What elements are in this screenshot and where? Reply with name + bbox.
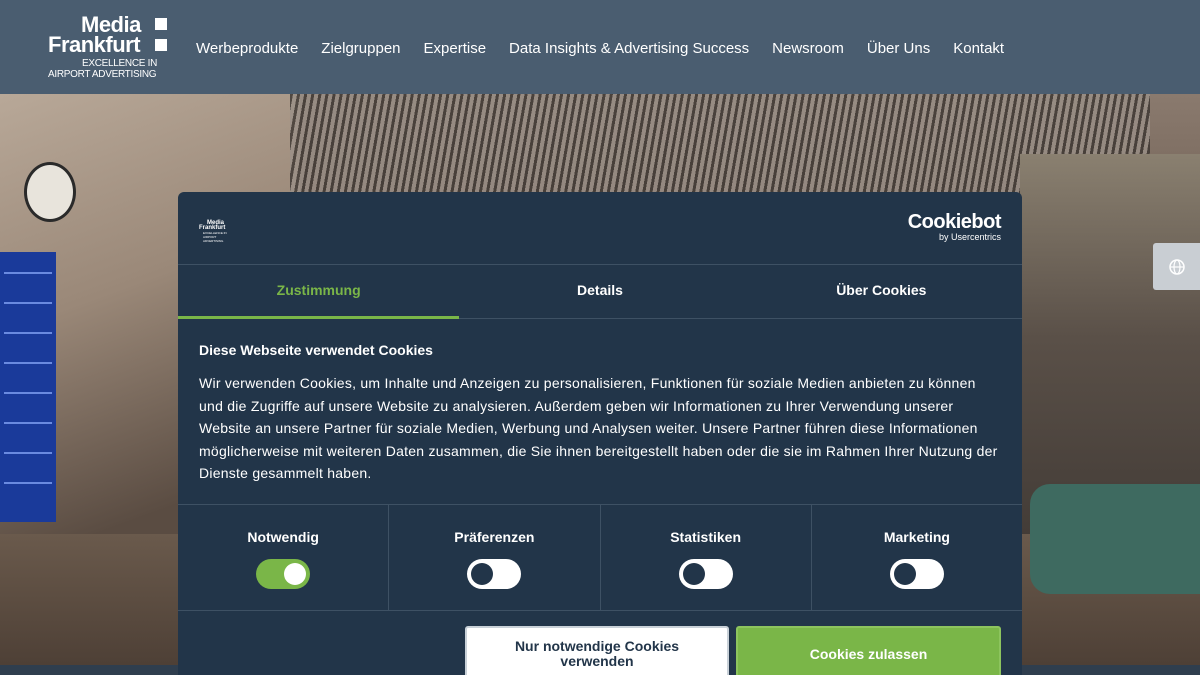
nav-data-insights[interactable]: Data Insights & Advertising Success	[509, 40, 749, 57]
dialog-logo-tagline: EXCELLENCE IN AIRPORT ADVERTISING	[203, 231, 227, 243]
cookie-consent-dialog: Media Frankfurt EXCELLENCE IN AIRPORT AD…	[178, 192, 1022, 675]
nav-expertise[interactable]: Expertise	[424, 40, 487, 57]
tab-ueber-cookies[interactable]: Über Cookies	[741, 265, 1022, 318]
consent-categories: Notwendig Präferenzen Statistiken Market…	[178, 504, 1022, 611]
dialog-header: Media Frankfurt EXCELLENCE IN AIRPORT AD…	[178, 192, 1022, 265]
category-notwendig: Notwendig	[178, 505, 390, 610]
notwendig-toggle[interactable]	[256, 559, 311, 589]
tab-zustimmung[interactable]: Zustimmung	[178, 265, 460, 319]
toggle-knob	[284, 563, 307, 585]
nav-werbeprodukte[interactable]: Werbeprodukte	[196, 40, 298, 57]
dialog-logo: Media Frankfurt EXCELLENCE IN AIRPORT AD…	[199, 220, 231, 243]
nav-kontakt[interactable]: Kontakt	[953, 40, 1004, 57]
praeferenzen-toggle[interactable]	[467, 559, 522, 589]
logo-tagline-1: EXCELLENCE IN	[82, 58, 158, 69]
logo-tagline-2: AIRPORT ADVERTISING	[48, 69, 157, 80]
toggle-knob	[682, 563, 705, 585]
cookiebot-name: Cookiebot	[907, 211, 1002, 233]
departure-board	[0, 252, 56, 522]
site-header: Media Frankfurt EXCELLENCE IN AIRPORT AD…	[0, 0, 1200, 94]
category-praeferenzen: Präferenzen	[389, 505, 601, 610]
necessary-cookies-button[interactable]: Nur notwendige Cookies verwenden	[465, 626, 729, 675]
category-label: Marketing	[883, 529, 950, 545]
statistiken-toggle[interactable]	[678, 559, 733, 589]
category-statistiken: Statistiken	[601, 505, 812, 610]
logo-line-2: Frankfurt	[48, 32, 141, 57]
category-label: Statistiken	[670, 529, 742, 545]
dialog-body: Diese Webseite verwendet Cookies Wir ver…	[199, 342, 999, 485]
hero-seating	[1030, 484, 1200, 594]
nav-ueber-uns[interactable]: Über Uns	[867, 40, 930, 57]
dialog-heading: Diese Webseite verwendet Cookies	[199, 342, 433, 358]
tab-details[interactable]: Details	[459, 265, 740, 318]
category-marketing: Marketing	[812, 505, 1022, 610]
category-label: Notwendig	[247, 529, 319, 545]
dialog-tabs: Zustimmung Details Über Cookies	[178, 265, 1022, 319]
toggle-knob	[471, 563, 494, 585]
language-button[interactable]	[1153, 243, 1200, 290]
globe-icon	[1168, 258, 1185, 275]
main-nav: Werbeprodukte Zielgruppen Expertise Data…	[196, 40, 1027, 57]
media-frankfurt-logo[interactable]: Media Frankfurt EXCELLENCE IN AIRPORT AD…	[48, 12, 170, 82]
toggle-knob	[893, 563, 916, 585]
nav-newsroom[interactable]: Newsroom	[772, 40, 844, 57]
cookiebot-sub: by Usercentrics	[938, 232, 1001, 242]
nav-zielgruppen[interactable]: Zielgruppen	[321, 40, 400, 57]
logo-square-1	[155, 18, 167, 30]
category-label: Präferenzen	[454, 529, 535, 545]
cookiebot-logo[interactable]: Cookiebot by Usercentrics	[907, 211, 1002, 242]
dialog-description: Wir verwenden Cookies, um Inhalte und An…	[199, 375, 998, 481]
marketing-toggle[interactable]	[889, 559, 944, 589]
logo-square-2	[155, 39, 167, 51]
allow-cookies-button[interactable]: Cookies zulassen	[736, 626, 1001, 675]
clock-icon	[24, 162, 76, 222]
